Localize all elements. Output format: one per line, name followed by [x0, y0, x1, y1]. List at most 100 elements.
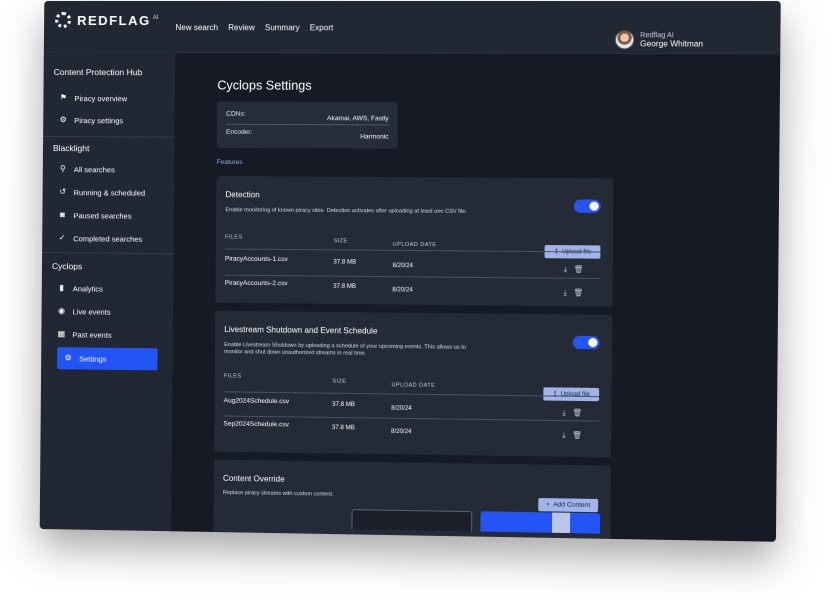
sidebar-item-label: All searches [74, 165, 115, 174]
sidebar-section-blacklight: Blacklight [43, 143, 89, 153]
pause-icon: ◙ [58, 211, 66, 219]
bar-chart-icon: ▮ [58, 284, 66, 292]
detection-toggle[interactable] [574, 199, 601, 212]
sidebar-item-paused-searches[interactable]: ◙ Paused searches [58, 208, 158, 223]
cdns-value: Akamai, AWS, Fastly [327, 115, 389, 122]
col-size: SIZE [334, 238, 348, 244]
nav-review[interactable]: Review [228, 23, 255, 32]
file-size: 37.8 MB [332, 425, 355, 431]
broadcast-icon: ◉ [58, 307, 66, 315]
flag-icon: ⚑ [59, 94, 67, 102]
detection-card: Detection Enable monitoring of known pir… [215, 176, 613, 307]
col-files: FILES [225, 234, 243, 240]
card-title: Content Override [223, 474, 285, 484]
user-org: Redflag AI [640, 32, 703, 39]
trash-icon[interactable]: 🗑 [572, 430, 582, 439]
file-size: 37.8 MB [333, 284, 356, 290]
sidebar-item-analytics[interactable]: ▮ Analytics [58, 281, 158, 296]
card-title: Livestream Shutdown and Event Schedule [224, 325, 377, 336]
card-description: Replace piracy streams with custom conte… [223, 490, 488, 501]
gears-icon: ⚙ [64, 354, 72, 362]
content-override-card: Content Override Replace piracy streams … [213, 460, 611, 542]
file-date: 8/20/24 [392, 287, 413, 293]
sidebar-item-label: Piracy overview [74, 94, 127, 103]
col-files: FILES [224, 373, 242, 379]
sidebar-item-piracy-overview[interactable]: ⚑ Piracy overview [59, 91, 159, 105]
override-thumbnail[interactable] [351, 509, 472, 531]
download-icon[interactable]: ⤓ [562, 430, 566, 440]
file-name: Aug2024Schedule.csv [224, 397, 290, 405]
row-divider [225, 275, 600, 279]
table-row: PiracyAccounts-2.csv 37.8 MB 8/20/24 ⤓ 🗑 [217, 176, 614, 178]
file-size: 37.8 MB [332, 402, 355, 408]
config-summary: CDNs: Akamai, AWS, Fastly Encoder: Harmo… [217, 102, 398, 149]
search-icon: ⚲ [59, 165, 67, 173]
cdns-label: CDNs: [226, 111, 245, 122]
file-date: 8/20/24 [392, 263, 413, 269]
trash-icon[interactable]: 🗑 [574, 265, 584, 274]
nav-new-search[interactable]: New search [175, 23, 218, 32]
sidebar-item-piracy-settings[interactable]: ⚙ Piracy settings [59, 113, 159, 127]
info-divider [226, 124, 389, 126]
user-name: George Whitman [640, 39, 703, 48]
livestream-toggle[interactable] [573, 336, 600, 350]
user-menu[interactable]: Redflag AI George Whitman [614, 30, 703, 50]
sidebar-item-label: Paused searches [73, 211, 131, 220]
cdns-row: CDNs: Akamai, AWS, Fastly [226, 111, 389, 123]
file-name: Sep2024Schedule.csv [223, 421, 289, 429]
trash-icon[interactable]: 🗑 [574, 288, 584, 297]
col-size: SIZE [332, 379, 346, 385]
file-date: 8/20/24 [391, 429, 412, 435]
sidebar-item-completed-searches[interactable]: ✓ Completed searches [58, 231, 158, 246]
brand-suffix: AI [153, 15, 159, 21]
trash-icon[interactable]: 🗑 [573, 408, 583, 417]
sidebar-item-settings[interactable]: ⚙ Settings [57, 347, 157, 370]
download-icon[interactable]: ⤓ [563, 288, 567, 298]
sidebar-item-past-events[interactable]: ▦ Past events [57, 327, 157, 342]
sidebar-item-label: Live events [73, 307, 111, 316]
sidebar-section-cyclops: Cyclops [42, 261, 82, 271]
card-description: Enable monitoring of known piracy sites.… [225, 207, 490, 216]
main-content: Cyclops Settings CDNs: Akamai, AWS, Fast… [171, 53, 780, 542]
sidebar-divider [43, 136, 174, 138]
plus-icon: + [546, 501, 550, 508]
sidebar-item-label: Settings [79, 354, 106, 363]
upload-file-button[interactable]: ↥ Upload file [543, 387, 599, 401]
page-title: Cyclops Settings [217, 78, 311, 92]
download-icon[interactable]: ⤓ [564, 264, 568, 274]
override-thumbnail[interactable] [480, 511, 600, 533]
file-name: PiracyAccounts-2.csv [225, 280, 288, 288]
file-name: PiracyAccounts-1.csv [225, 256, 288, 264]
sidebar-item-live-events[interactable]: ◉ Live events [58, 304, 158, 319]
col-date: UPLOAD DATE [391, 382, 435, 389]
table-row: PiracyAccounts-1.csv 37.8 MB 8/20/24 ⤓ 🗑 [217, 176, 614, 178]
table-row: Aug2024Schedule.csv 37.8 MB 8/20/24 ⤓ 🗑 [215, 311, 612, 315]
add-content-button[interactable]: + Add Content [538, 498, 598, 512]
encoder-row: Encoder: Harmonic [226, 129, 389, 141]
sidebar-item-label: Analytics [73, 284, 103, 293]
download-icon[interactable]: ⤓ [562, 408, 566, 418]
calendar-icon: ▦ [57, 330, 65, 338]
sidebar-item-all-searches[interactable]: ⚲ All searches [59, 162, 159, 177]
sidebar-item-running-scheduled[interactable]: ↺ Running & scheduled [59, 185, 159, 200]
top-nav: New search Review Summary Export [175, 23, 333, 32]
button-label: Add Content [553, 501, 590, 509]
app-window: REDFLAG AI New search Review Summary Exp… [40, 1, 781, 542]
sidebar: Content Protection Hub ⚑ Piracy overview… [40, 53, 176, 531]
nav-summary[interactable]: Summary [265, 23, 300, 32]
card-title: Detection [225, 190, 259, 199]
logo[interactable]: REDFLAG AI [55, 12, 158, 28]
nav-export[interactable]: Export [310, 23, 334, 32]
history-icon: ↺ [59, 188, 67, 196]
top-bar: REDFLAG AI New search Review Summary Exp… [44, 1, 781, 54]
check-circle-icon: ✓ [58, 234, 66, 242]
sidebar-item-label: Piracy settings [74, 116, 123, 125]
encoder-label: Encoder: [226, 129, 252, 140]
col-date: UPLOAD DATE [393, 242, 437, 248]
sidebar-section-hub: Content Protection Hub [44, 67, 143, 77]
livestream-card: Livestream Shutdown and Event Schedule E… [214, 311, 612, 458]
avatar [614, 30, 634, 49]
table-row: Sep2024Schedule.csv 37.8 MB 8/20/24 ⤓ 🗑 [215, 311, 612, 315]
file-date: 8/20/24 [391, 406, 412, 412]
brand-name: REDFLAG [77, 13, 151, 28]
